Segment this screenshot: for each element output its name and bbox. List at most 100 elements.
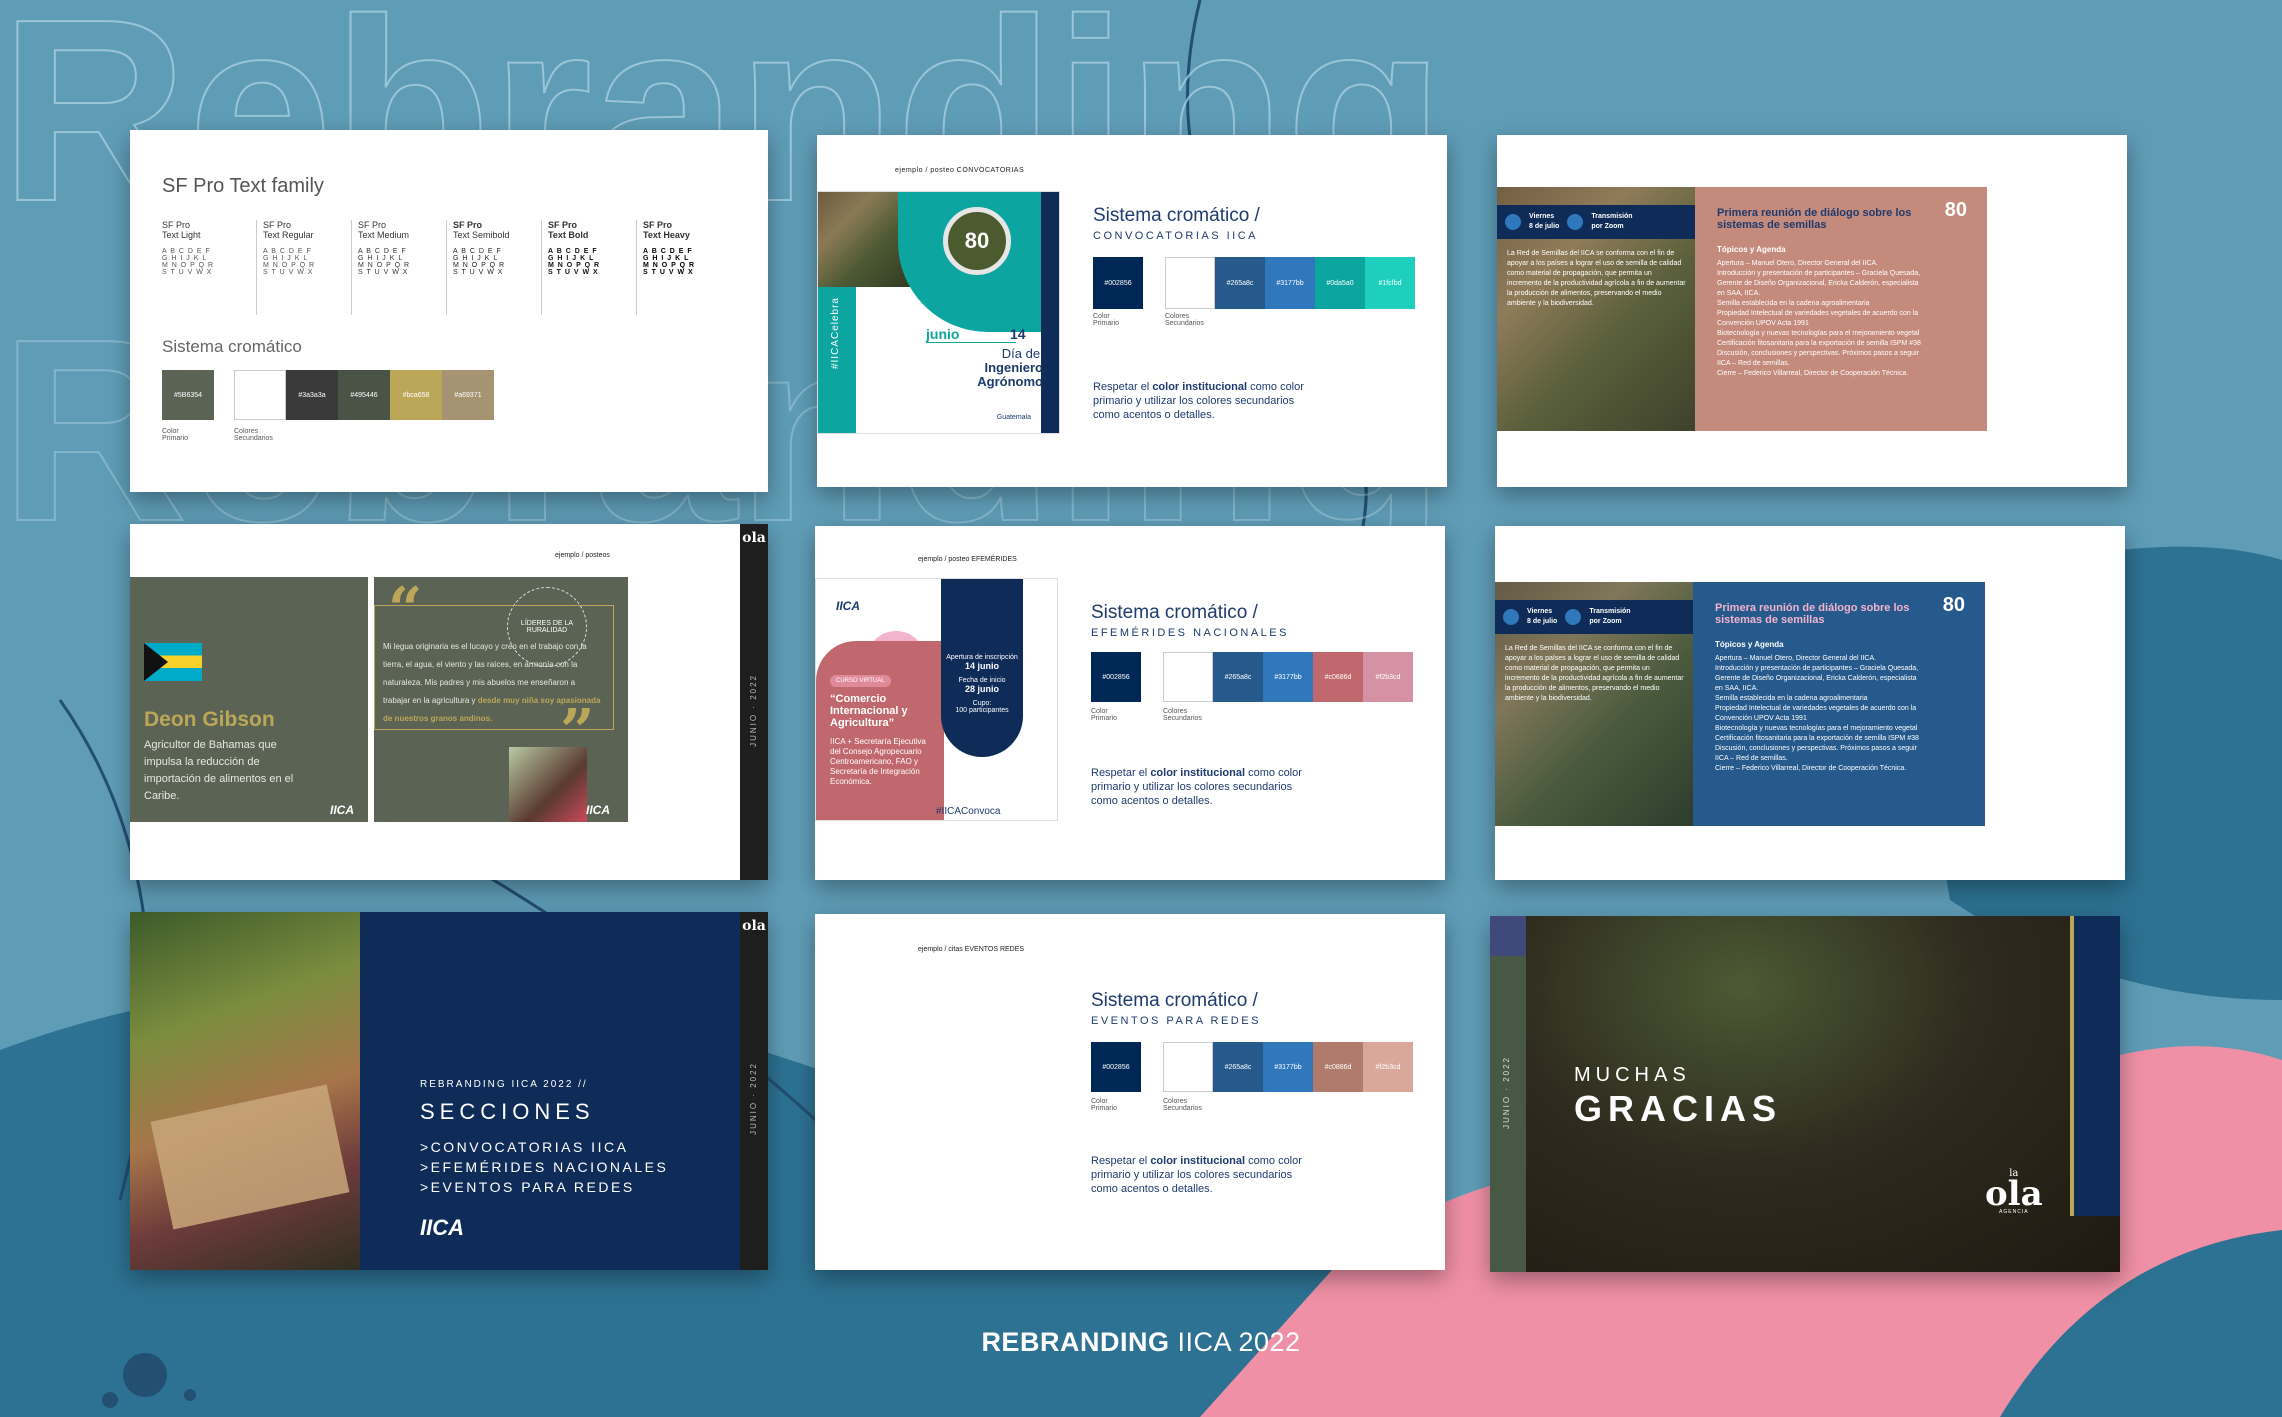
secondary-label: Colores Secundarios bbox=[234, 428, 273, 442]
person-desc: Agricultor de Bahamas que impulsa la red… bbox=[144, 739, 294, 802]
secondary-label: Colores Secundarios bbox=[1165, 313, 1204, 327]
agenda-heading: Tópicos y Agenda bbox=[1715, 640, 1784, 649]
open-label: Apertura de inscripción bbox=[946, 654, 1018, 661]
section-item: >CONVOCATORIAS IICA bbox=[420, 1139, 629, 1155]
swatch: #3a3a3a bbox=[286, 370, 338, 420]
sidebar-text: JUNIO · 2022 bbox=[749, 1062, 758, 1135]
event-day: Viernes 8 de julio bbox=[1529, 213, 1560, 230]
secondary-label: Colores Secundarios bbox=[1163, 1098, 1202, 1112]
event-hashtag: #IICAConvoca bbox=[936, 806, 1001, 817]
color-system-title: Sistema cromático bbox=[162, 337, 302, 356]
agenda-post: Viernes 8 de julio Transmisión por Zoom … bbox=[1497, 187, 1987, 431]
swatch: #c0886d bbox=[1313, 1042, 1363, 1092]
font-sample: SF Pro Text Heavy A B C D E FG H I J K L… bbox=[637, 220, 732, 315]
ola-logo: ola bbox=[742, 530, 766, 546]
open-date: 14 junio bbox=[964, 661, 999, 671]
sections-kicker: REBRANDING IICA 2022 // bbox=[420, 1079, 588, 1090]
post-place: Guatemala bbox=[996, 414, 1031, 421]
zoom-icon bbox=[1565, 609, 1582, 625]
swatch: #1fcfbd bbox=[1365, 257, 1415, 309]
sidebar: ola JUNIO · 2022 bbox=[740, 524, 768, 880]
efemerides-post: IICA CURSO VIRTUAL “Comercio Internacion… bbox=[815, 578, 1058, 821]
swatch-primary: #002856 bbox=[1091, 1042, 1141, 1092]
agenda-post: Viernes 8 de julio Transmisión por Zoom … bbox=[1495, 582, 1985, 826]
primary-label: Color Primario bbox=[1091, 708, 1118, 722]
slide-convocatorias: ejemplo / posteo CONVOCATORIAS 80 #IICAC… bbox=[817, 135, 1447, 487]
font-name: SF Pro bbox=[453, 220, 483, 230]
event-tag: CURSO VIRTUAL bbox=[830, 675, 891, 687]
swatch-primary: #5B6354 bbox=[162, 370, 214, 420]
font-name: SF Pro bbox=[263, 220, 292, 230]
ola-logo: la ola AGENCIA bbox=[1985, 1168, 2043, 1215]
color-swatches: #002856 #265a8c #3177bb #0da5a0 #1fcfbd bbox=[1093, 257, 1415, 309]
agenda-item: Introducción y presentación de participa… bbox=[1715, 665, 1919, 692]
start-label: Fecha de inicio bbox=[958, 677, 1006, 684]
agenda-item: Cierre – Federico Villarreal, Director d… bbox=[1715, 765, 1907, 772]
font-weight-name: Text Light bbox=[162, 230, 201, 240]
right-panel bbox=[2070, 916, 2120, 1216]
agenda-item: Discusión, conclusiones y perspectivas. … bbox=[1715, 745, 1917, 762]
calendar-icon bbox=[1505, 214, 1521, 230]
portrait-photo bbox=[509, 747, 587, 822]
font-name: SF Pro bbox=[358, 220, 387, 230]
alphabet: A B C D E FG H I J K LM N O P Q RS T U V… bbox=[548, 248, 601, 276]
ola-logo: ola bbox=[742, 918, 766, 934]
post-month: junio bbox=[926, 326, 1016, 343]
agenda-item: Cierre – Federico Villarreal, Director d… bbox=[1717, 370, 1909, 377]
info-strip: Viernes 8 de julio Transmisión por Zoom bbox=[1495, 600, 1693, 634]
start-date: 28 junio bbox=[964, 684, 999, 694]
dark-bar bbox=[1041, 192, 1059, 433]
event-title: “Comercio Internacional y Agricultura” bbox=[830, 693, 908, 729]
iica-logo: IICA bbox=[330, 803, 354, 817]
side-text: JUNIO · 2022 bbox=[1502, 1056, 1511, 1129]
slide-eventos: ejemplo / citas EVENTOS REDES Sistema cr… bbox=[815, 914, 1445, 1270]
system-title: Sistema cromático / bbox=[1093, 205, 1260, 226]
font-weight-name: Text Medium bbox=[358, 230, 410, 240]
post-right: LÍDERES DE LA RURALIDAD “ Mi legua origi… bbox=[374, 575, 628, 822]
font-sample: SF Pro Text Regular A B C D E FG H I J K… bbox=[257, 220, 352, 315]
primary-label: Color Primario bbox=[1093, 313, 1120, 327]
calendar-icon bbox=[1503, 609, 1519, 625]
swatch: #3177bb bbox=[1265, 257, 1315, 309]
font-weight-name: Text Bold bbox=[548, 230, 589, 240]
agenda-item: Biotecnología y nuevas tecnologías para … bbox=[1717, 330, 1920, 337]
swatch-primary: #002856 bbox=[1093, 257, 1143, 309]
swatch-primary: #002856 bbox=[1091, 652, 1141, 702]
slide-header: ejemplo / posteos bbox=[555, 552, 610, 559]
event-card: CURSO VIRTUAL “Comercio Internacional y … bbox=[816, 641, 1000, 820]
info-strip: Viernes 8 de julio Transmisión por Zoom bbox=[1497, 205, 1695, 239]
iica-logo: IICA bbox=[586, 803, 610, 817]
event-day: Viernes 8 de julio bbox=[1527, 608, 1558, 625]
swatch: #495446 bbox=[338, 370, 390, 420]
usage-note: Respetar el color institucional como col… bbox=[1093, 381, 1304, 421]
font-weight-name: Text Semibold bbox=[453, 230, 510, 240]
font-name: SF Pro bbox=[162, 220, 191, 230]
font-weights-row: SF Pro Text Light A B C D E FG H I J K L… bbox=[162, 220, 732, 315]
usage-note: Respetar el color institucional como col… bbox=[1091, 1155, 1302, 1195]
event-stream: Transmisión por Zoom bbox=[1591, 213, 1633, 230]
primary-label: Color Primario bbox=[1091, 1098, 1118, 1112]
event-body: IICA + Secretaría Ejecutiva del Consejo … bbox=[830, 737, 926, 786]
font-name: SF Pro bbox=[643, 220, 673, 230]
slide-agenda-blue: Viernes 8 de julio Transmisión por Zoom … bbox=[1495, 526, 2125, 880]
footer-title-bold: REBRANDING bbox=[981, 1327, 1170, 1357]
font-sample: SF Pro Text Medium A B C D E FG H I J K … bbox=[352, 220, 447, 315]
usage-note: Respetar el color institucional como col… bbox=[1091, 767, 1302, 807]
zoom-icon bbox=[1567, 214, 1584, 230]
swatch-white bbox=[1163, 1042, 1213, 1092]
iica-logo: IICA bbox=[420, 1215, 464, 1240]
agenda-item: Certificación fitosanitaria para la expo… bbox=[1715, 735, 1919, 742]
swatch: #265a8c bbox=[1213, 1042, 1263, 1092]
section-item: >EFEMÉRIDES NACIONALES bbox=[420, 1159, 669, 1175]
sections-title: SECCIONES bbox=[420, 1099, 595, 1124]
badge-80: 80 bbox=[1942, 594, 1965, 616]
flag-icon bbox=[144, 643, 202, 681]
agenda-heading: Tópicos y Agenda bbox=[1717, 245, 1786, 254]
swatch: #265a8c bbox=[1215, 257, 1265, 309]
slide-header: ejemplo / posteo EFEMÉRIDES bbox=[918, 556, 1017, 563]
color-swatches: #5B6354 #3a3a3a #495446 #bca658 #a69371 bbox=[162, 370, 494, 420]
alphabet: A B C D E FG H I J K LM N O P Q RS T U V… bbox=[162, 248, 215, 276]
agenda-item: Discusión, conclusiones y perspectivas. … bbox=[1717, 350, 1919, 367]
slide-header: ejemplo / citas EVENTOS REDES bbox=[918, 946, 1025, 953]
color-system: Sistema cromático / CONVOCATORIAS IICA bbox=[1093, 205, 1260, 242]
